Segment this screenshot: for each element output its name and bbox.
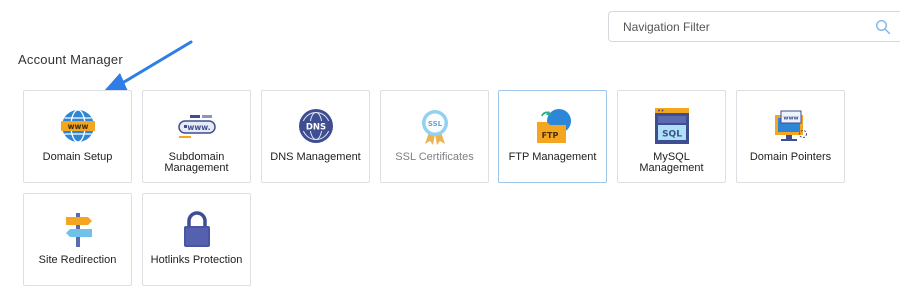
- svg-text:www: www: [68, 122, 89, 131]
- tile-label: Hotlinks Protection: [150, 254, 243, 266]
- ssl-badge-icon: SSL: [422, 110, 448, 145]
- tile-subdomain-management[interactable]: www. Subdomain Management: [142, 90, 251, 183]
- tile-label: Site Redirection: [38, 254, 117, 266]
- globe-www-icon: www: [61, 109, 95, 143]
- tile-dns-management[interactable]: DNS DNS Management: [261, 90, 370, 183]
- signpost-icon: [66, 213, 92, 247]
- lock-icon: [184, 211, 210, 247]
- ftp-folder-icon: FTP: [537, 109, 571, 143]
- tile-domain-pointers[interactable]: www Domain Pointers: [736, 90, 845, 183]
- svg-text:www.: www.: [187, 123, 210, 132]
- tile-hotlinks-protection[interactable]: Hotlinks Protection: [142, 193, 251, 286]
- svg-text:www: www: [783, 116, 798, 122]
- svg-text:DNS: DNS: [306, 123, 326, 133]
- tile-ftp-management[interactable]: FTP FTP Management: [498, 90, 607, 183]
- svg-text:FTP: FTP: [542, 131, 559, 140]
- monitor-pointer-icon: www: [775, 110, 807, 141]
- tile-label: MySQL Management: [639, 151, 704, 174]
- tile-label: Domain Setup: [42, 151, 113, 163]
- sql-database-icon: SQL: [655, 108, 689, 144]
- dns-globe-icon: DNS: [299, 109, 333, 143]
- svg-text:SSL: SSL: [428, 120, 443, 128]
- tile-label: FTP Management: [508, 151, 597, 163]
- tile-site-redirection[interactable]: Site Redirection: [23, 193, 132, 286]
- tile-label: DNS Management: [270, 151, 361, 163]
- tile-mysql-management[interactable]: SQL MySQL Management: [617, 90, 726, 183]
- tile-ssl-certificates[interactable]: SSL SSL Certificates: [380, 90, 489, 183]
- tile-domain-setup[interactable]: www Domain Setup: [23, 90, 132, 183]
- tile-label: SSL Certificates: [395, 151, 474, 163]
- tile-label: Domain Pointers: [749, 151, 832, 163]
- search-icon[interactable]: [875, 19, 891, 35]
- navigation-filter[interactable]: [608, 11, 900, 42]
- svg-text:SQL: SQL: [662, 130, 682, 140]
- tile-label: Subdomain Management: [164, 151, 229, 174]
- account-manager-page: Account Manager www Domain Setup www. Su…: [0, 0, 900, 299]
- subdomain-www-icon: www.: [178, 115, 216, 138]
- navigation-filter-input[interactable]: [609, 12, 873, 41]
